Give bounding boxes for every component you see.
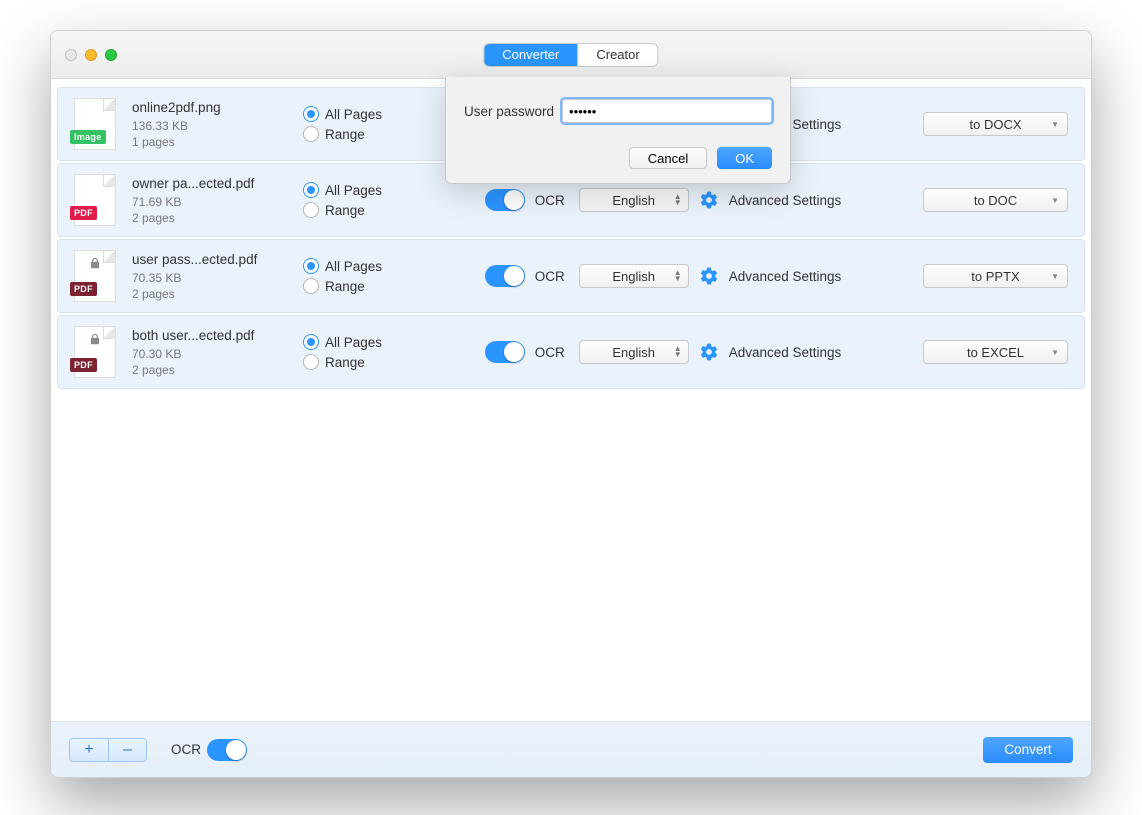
file-row[interactable]: PDF both user...ected.pdf 70.30 KB 2 pages A… [57,315,1085,389]
add-remove-group: + – [69,738,147,762]
advanced-settings-label[interactable]: Advanced Settings [729,345,842,360]
footer-bar: + – OCR Convert [51,721,1091,777]
cancel-button[interactable]: Cancel [629,147,707,169]
ocr-toggle[interactable] [485,265,525,287]
close-window-button[interactable] [65,49,77,61]
file-row[interactable]: PDF user pass...ected.pdf 70.35 KB 2 pages A… [57,239,1085,313]
file-type-badge: PDF [70,358,97,372]
output-format-select[interactable]: to DOC▼ [923,188,1068,212]
output-format-select[interactable]: to EXCEL▼ [923,340,1068,364]
footer-ocr-label: OCR [171,742,201,757]
page-range-group: All Pages Range [303,330,403,374]
gear-icon[interactable] [699,342,719,362]
file-name: owner pa...ected.pdf [132,176,287,191]
radio-all-pages[interactable]: All Pages [303,334,403,350]
password-input[interactable] [562,99,772,123]
file-type-badge: PDF [70,282,97,296]
file-type-badge: Image [70,130,106,144]
advanced-settings-label[interactable]: Advanced Settings [729,193,842,208]
ocr-toggle[interactable] [485,341,525,363]
app-window: Converter Creator Image online2pdf.png 136… [50,30,1092,778]
output-format-select[interactable]: to PPTX▼ [923,264,1068,288]
file-meta: online2pdf.png 136.33 KB 1 pages [132,100,287,149]
file-size: 70.30 KB [132,347,287,361]
options-group: OCR English▲▼ Advanced Settings [419,340,907,364]
file-name: online2pdf.png [132,100,287,115]
file-thumbnail: Image [74,98,116,150]
file-size: 70.35 KB [132,271,287,285]
password-dialog: User password Cancel OK [445,77,791,184]
file-meta: owner pa...ected.pdf 71.69 KB 2 pages [132,176,287,225]
footer-ocr-group: OCR [171,739,247,761]
mode-segmented-control: Converter Creator [483,43,658,67]
add-file-button[interactable]: + [70,739,108,761]
password-label: User password [464,104,554,119]
titlebar: Converter Creator [51,31,1091,79]
radio-range[interactable]: Range [303,278,403,294]
language-select[interactable]: English▲▼ [579,188,689,212]
gear-icon[interactable] [699,190,719,210]
file-size: 136.33 KB [132,119,287,133]
radio-range[interactable]: Range [303,202,403,218]
file-size: 71.69 KB [132,195,287,209]
file-name: both user...ected.pdf [132,328,287,343]
ocr-label: OCR [535,269,565,284]
file-thumbnail: PDF [74,250,116,302]
language-select[interactable]: English▲▼ [579,264,689,288]
file-meta: user pass...ected.pdf 70.35 KB 2 pages [132,252,287,301]
radio-all-pages[interactable]: All Pages [303,106,403,122]
ocr-label: OCR [535,193,565,208]
radio-all-pages[interactable]: All Pages [303,258,403,274]
ocr-toggle[interactable] [485,189,525,211]
file-pages: 2 pages [132,363,287,377]
file-type-badge: PDF [70,206,97,220]
radio-range[interactable]: Range [303,354,403,370]
footer-ocr-toggle[interactable] [207,739,247,761]
tab-converter[interactable]: Converter [484,44,577,66]
minimize-window-button[interactable] [85,49,97,61]
file-pages: 2 pages [132,211,287,225]
page-range-group: All Pages Range [303,102,403,146]
options-group: OCR English▲▼ Advanced Settings [419,188,907,212]
page-range-group: All Pages Range [303,254,403,298]
ocr-label: OCR [535,345,565,360]
radio-all-pages[interactable]: All Pages [303,182,403,198]
options-group: OCR English▲▼ Advanced Settings [419,264,907,288]
file-name: user pass...ected.pdf [132,252,287,267]
gear-icon[interactable] [699,266,719,286]
file-thumbnail: PDF [74,174,116,226]
tab-creator[interactable]: Creator [577,44,657,66]
page-range-group: All Pages Range [303,178,403,222]
zoom-window-button[interactable] [105,49,117,61]
file-meta: both user...ected.pdf 70.30 KB 2 pages [132,328,287,377]
file-pages: 2 pages [132,287,287,301]
lock-icon [88,332,102,346]
radio-range[interactable]: Range [303,126,403,142]
ok-button[interactable]: OK [717,147,772,169]
remove-file-button[interactable]: – [108,739,146,761]
convert-button[interactable]: Convert [983,737,1073,763]
window-controls [65,49,117,61]
language-select[interactable]: English▲▼ [579,340,689,364]
lock-icon [88,256,102,270]
file-thumbnail: PDF [74,326,116,378]
advanced-settings-label[interactable]: Advanced Settings [729,269,842,284]
output-format-select[interactable]: to DOCX▼ [923,112,1068,136]
file-pages: 1 pages [132,135,287,149]
